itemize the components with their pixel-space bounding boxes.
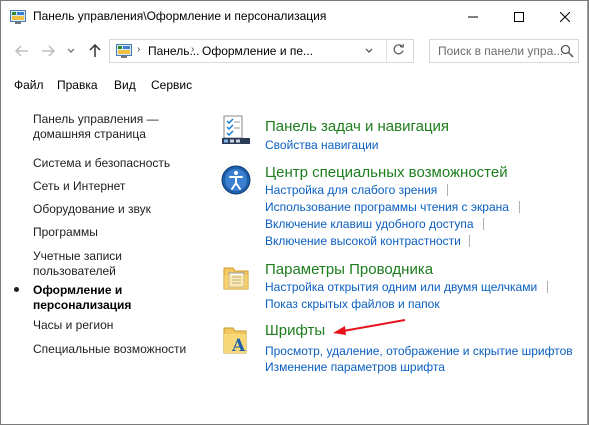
- minimize-icon: [468, 16, 478, 17]
- sidebar-item-accounts[interactable]: Учетные записи: [33, 248, 122, 264]
- chevron-down-icon: [365, 48, 373, 53]
- category-taskbar-title[interactable]: Панель задач и навигация: [265, 118, 449, 135]
- breadcrumb-separator-icon[interactable]: ›: [191, 44, 194, 55]
- link-separator: [447, 184, 448, 196]
- menu-view[interactable]: Вид: [114, 78, 136, 92]
- title-bar: Панель управления\Оформление и персонали…: [1, 1, 588, 32]
- address-dropdown-button[interactable]: [365, 46, 373, 56]
- refresh-button[interactable]: [392, 43, 405, 59]
- active-item-bullet-icon: [14, 287, 19, 292]
- breadcrumb-appearance[interactable]: Оформление и пе...: [202, 44, 313, 58]
- address-bar[interactable]: › Панель... › Оформление и пе...: [109, 39, 414, 63]
- address-divider: [386, 40, 387, 62]
- navigation-bar: › Панель... › Оформление и пе... Поиск в…: [1, 32, 588, 70]
- sidebar-item-appearance[interactable]: Оформление и: [33, 282, 122, 298]
- refresh-icon: [393, 43, 404, 55]
- back-button[interactable]: [13, 42, 31, 60]
- fonts-link-view-fonts[interactable]: Просмотр, удаление, отображение и скрыти…: [265, 343, 573, 359]
- ease-of-access-icon[interactable]: [220, 164, 252, 196]
- search-input[interactable]: Поиск в панели упра...: [429, 39, 579, 63]
- window-right-border: [587, 1, 588, 425]
- maximize-icon: [514, 11, 524, 22]
- menu-service[interactable]: Сервис: [151, 78, 192, 92]
- taskbar-link-navigation-properties[interactable]: Свойства навигации: [265, 137, 378, 153]
- menu-bar: Файл Правка Вид Сервис: [1, 74, 588, 96]
- control-panel-window: Панель управления\Оформление и персонали…: [0, 0, 589, 425]
- close-button[interactable]: [542, 1, 588, 32]
- access-link-screen-reader[interactable]: Использование программы чтения с экрана: [265, 199, 509, 215]
- sidebar-item-network[interactable]: Сеть и Интернет: [33, 178, 125, 194]
- svg-text:A: A: [231, 336, 246, 356]
- category-explorer-title[interactable]: Параметры Проводника: [265, 261, 433, 278]
- minimize-button[interactable]: [450, 1, 496, 32]
- close-icon: [560, 11, 570, 22]
- maximize-button[interactable]: [496, 1, 542, 32]
- annotation-arrow-icon: [333, 319, 406, 335]
- forward-button[interactable]: [39, 42, 57, 60]
- up-button[interactable]: [86, 42, 104, 60]
- sidebar-item-hardware[interactable]: Оборудование и звук: [33, 201, 151, 217]
- menu-edit[interactable]: Правка: [57, 78, 98, 92]
- taskbar-icon[interactable]: [220, 114, 252, 146]
- control-panel-icon: [116, 44, 132, 58]
- sidebar-item-security[interactable]: Система и безопасность: [33, 155, 170, 171]
- link-separator: [547, 281, 548, 293]
- search-placeholder: Поиск в панели упра...: [438, 44, 564, 58]
- access-link-sticky-keys[interactable]: Включение клавиш удобного доступа: [265, 216, 474, 232]
- link-separator: [519, 201, 520, 213]
- menu-file[interactable]: Файл: [14, 78, 44, 92]
- sidebar-item-ease-of-access[interactable]: Специальные возможности: [33, 341, 186, 357]
- sidebar-home-link-line2[interactable]: домашняя страница: [33, 126, 146, 142]
- recent-locations-button[interactable]: [65, 42, 77, 60]
- access-link-low-vision[interactable]: Настройка для слабого зрения: [265, 182, 437, 198]
- sidebar-item-programs[interactable]: Программы: [33, 224, 98, 240]
- sidebar-item-accounts-line2[interactable]: пользователей: [33, 263, 116, 279]
- explorer-link-click-settings[interactable]: Настройка открытия одним или двумя щелчк…: [265, 279, 537, 295]
- control-panel-icon: [10, 10, 26, 24]
- fonts-link-font-settings[interactable]: Изменение параметров шрифта: [265, 359, 445, 375]
- link-separator: [469, 235, 470, 247]
- access-link-high-contrast[interactable]: Включение высокой контрастности: [265, 233, 461, 249]
- sidebar-item-appearance-line2[interactable]: персонализация: [33, 297, 131, 313]
- link-separator: [483, 218, 484, 230]
- category-access-title[interactable]: Центр специальных возможностей: [265, 164, 508, 181]
- breadcrumb-separator-icon[interactable]: ›: [137, 44, 140, 55]
- window-title: Панель управления\Оформление и персонали…: [33, 9, 327, 23]
- arrow-left-icon: [15, 45, 28, 57]
- folder-options-icon[interactable]: [220, 262, 252, 294]
- arrow-up-icon: [89, 44, 101, 57]
- arrow-right-icon: [42, 45, 55, 57]
- chevron-down-icon: [67, 48, 75, 53]
- sidebar-item-clock-region[interactable]: Часы и регион: [33, 317, 113, 333]
- sidebar-home-link[interactable]: Панель управления —: [33, 111, 159, 127]
- category-fonts-title[interactable]: Шрифты: [265, 322, 325, 339]
- fonts-folder-icon[interactable]: A: [220, 324, 252, 356]
- explorer-link-hidden-files[interactable]: Показ скрытых файлов и папок: [265, 296, 440, 312]
- search-icon[interactable]: [560, 44, 574, 58]
